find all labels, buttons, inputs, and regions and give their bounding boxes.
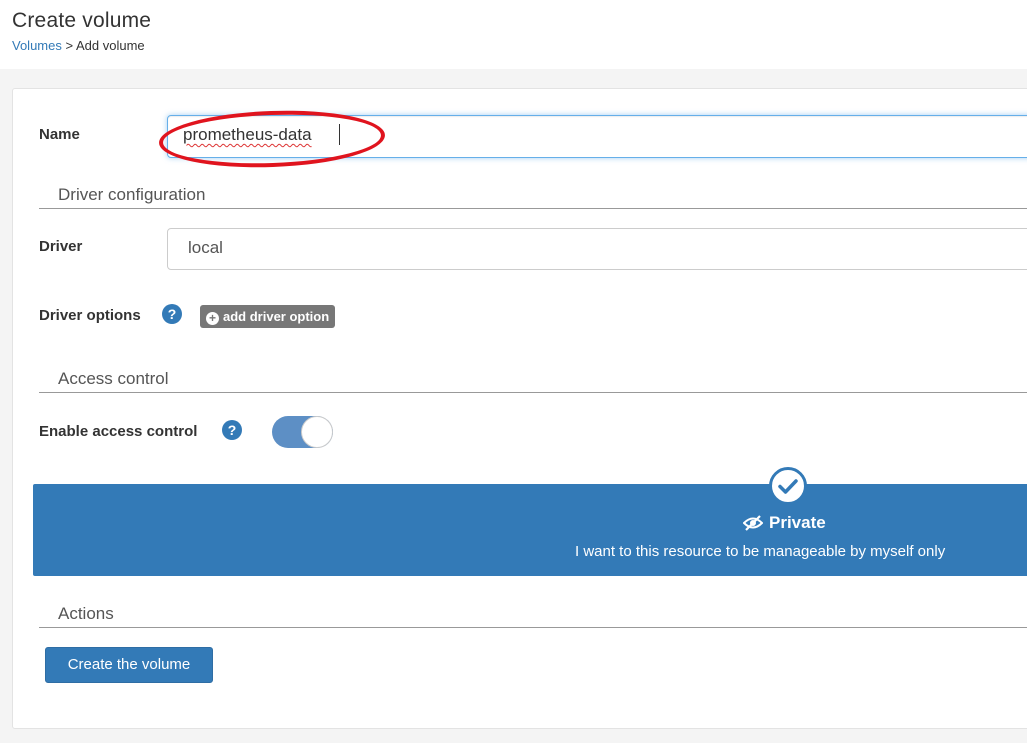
page-header: Create volume Volumes > Add volume (0, 0, 1027, 69)
section-divider (39, 627, 1027, 628)
access-option-description: I want to this resource to be manageable… (575, 543, 946, 560)
driver-options-label: Driver options (39, 307, 141, 324)
access-option-title: Private (742, 513, 826, 533)
access-option-title-text: Private (769, 513, 826, 532)
add-driver-option-label: add driver option (223, 309, 330, 324)
create-volume-form: Name prometheus-data Driver configuratio… (12, 88, 1027, 729)
breadcrumb-separator: > (61, 38, 76, 53)
plus-circle-icon: + (206, 312, 219, 325)
access-control-help-icon[interactable]: ? (222, 420, 242, 440)
breadcrumb: Volumes > Add volume (12, 38, 145, 53)
driver-select-value: local (188, 238, 223, 257)
access-control-title: Access control (58, 369, 169, 388)
check-circle-icon (769, 467, 807, 505)
name-label: Name (39, 126, 80, 143)
section-divider (39, 208, 1027, 209)
create-volume-button[interactable]: Create the volume (45, 647, 213, 683)
driver-label: Driver (39, 238, 83, 255)
section-divider (39, 392, 1027, 393)
actions-title: Actions (58, 604, 114, 623)
add-driver-option-button[interactable]: + add driver option (200, 305, 336, 328)
driver-select[interactable] (167, 228, 1027, 270)
enable-access-control-label: Enable access control (39, 423, 198, 440)
driver-options-help-icon[interactable]: ? (162, 304, 182, 324)
breadcrumb-volumes-link[interactable]: Volumes (12, 38, 62, 53)
toggle-knob (301, 416, 333, 448)
driver-configuration-title: Driver configuration (58, 185, 206, 204)
page-title: Create volume (12, 9, 152, 32)
breadcrumb-current: Add volume (75, 38, 145, 53)
access-option-private[interactable] (33, 484, 1027, 576)
access-control-toggle[interactable] (272, 416, 333, 448)
eye-slash-icon (742, 515, 764, 531)
